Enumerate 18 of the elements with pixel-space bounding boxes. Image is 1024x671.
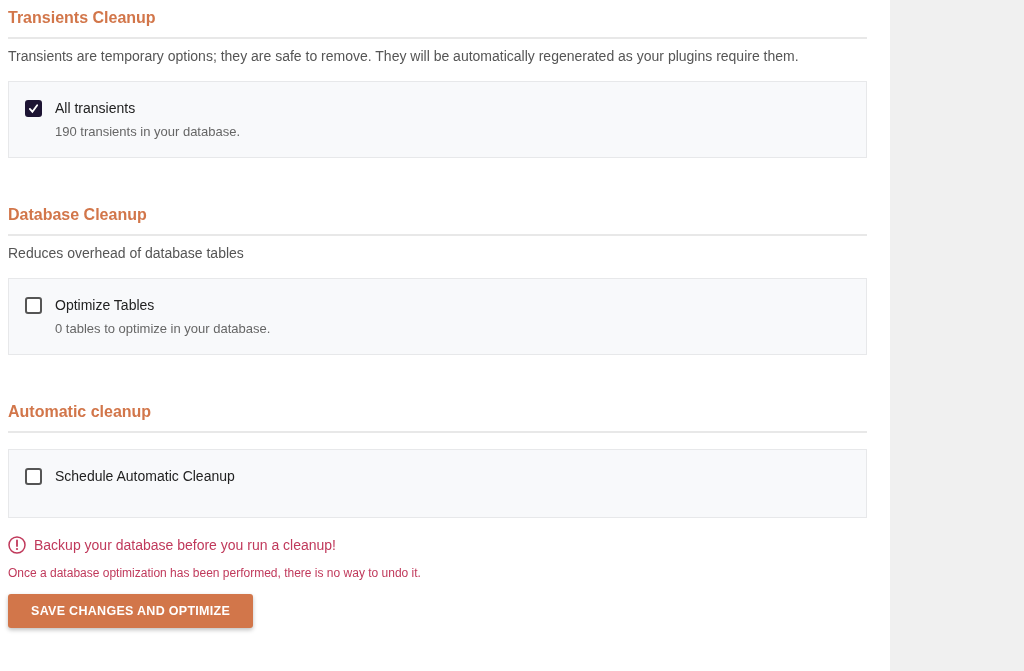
- section-title: Automatic cleanup: [8, 403, 867, 433]
- option-label: Schedule Automatic Cleanup: [55, 468, 235, 484]
- section-title: Transients Cleanup: [8, 9, 867, 39]
- section-title: Database Cleanup: [8, 206, 867, 236]
- save-optimize-button[interactable]: SAVE CHANGES AND OPTIMIZE: [8, 594, 254, 628]
- check-icon: [28, 103, 39, 114]
- checkbox[interactable]: [25, 468, 42, 485]
- section-description: Transients are temporary options; they are safe to remove. They will be automatically regenerated as your plugins require them.: [8, 48, 800, 64]
- section-description: Reduces overhead of database tables: [8, 245, 245, 261]
- option-label: All transients: [55, 100, 137, 116]
- warning-text: Backup your database before you run a cleanup!: [34, 537, 336, 553]
- checkbox[interactable]: [25, 297, 42, 314]
- option-label: Optimize Tables: [55, 297, 156, 313]
- exclamation-icon: [8, 536, 26, 554]
- warning-note: Once a database optimization has been performed, there is no way to undo it.: [8, 566, 422, 580]
- option-detail: 190 transients in your database.: [55, 124, 240, 139]
- option-detail: 0 tables to optimize in your database.: [55, 321, 271, 336]
- checkbox[interactable]: [25, 100, 42, 117]
